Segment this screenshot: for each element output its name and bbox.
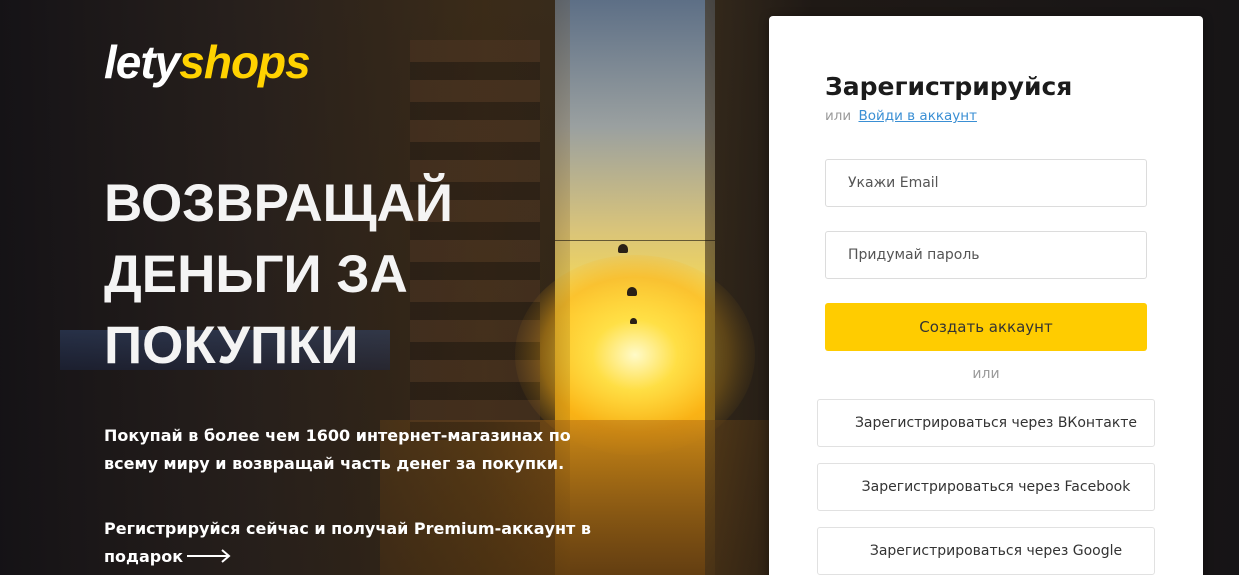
signup-facebook-button[interactable]: Зарегистрироваться через Facebook <box>817 463 1155 511</box>
logo-text-part2: shops <box>179 36 310 88</box>
or-separator: или <box>972 366 1000 382</box>
login-link[interactable]: Войди в аккаунт <box>858 108 976 124</box>
arrow-right-icon <box>187 544 231 572</box>
hero-promo: Регистрируйся сейчас и получай Premium-а… <box>104 515 624 572</box>
google-button-label: Зарегистрироваться через Google <box>869 543 1123 559</box>
create-account-button[interactable]: Создать аккаунт <box>825 303 1147 351</box>
vk-button-label: Зарегистрироваться через ВКонтакте <box>854 415 1138 431</box>
signup-google-button[interactable]: Зарегистрироваться через Google <box>817 527 1155 575</box>
promo-text: Регистрируйся сейчас и получай Premium-а… <box>104 519 592 566</box>
login-prefix: или <box>825 108 852 124</box>
hero-headline: ВОЗВРАЩАЙ ДЕНЬГИ ЗА ПОКУПКИ <box>104 168 534 381</box>
logo-text-part1: lety <box>104 36 180 88</box>
email-input[interactable] <box>825 159 1147 207</box>
facebook-button-label: Зарегистрироваться через Facebook <box>861 479 1131 495</box>
login-alternative: или Войди в аккаунт <box>825 108 977 124</box>
hero-lead-text: Покупай в более чем 1600 интернет-магази… <box>104 426 571 473</box>
headline-line-2: ДЕНЬГИ ЗА <box>104 245 408 304</box>
letyshops-logo[interactable]: letyshops <box>104 34 311 90</box>
password-input[interactable] <box>825 231 1147 279</box>
signup-vk-button[interactable]: Зарегистрироваться через ВКонтакте <box>817 399 1155 447</box>
signup-card: Зарегистрируйся или Войди в аккаунт Созд… <box>769 16 1203 575</box>
headline-line-1: ВОЗВРАЩАЙ <box>104 174 454 233</box>
headline-line-3: ПОКУПКИ <box>104 316 359 375</box>
signup-title: Зарегистрируйся <box>825 72 1073 101</box>
